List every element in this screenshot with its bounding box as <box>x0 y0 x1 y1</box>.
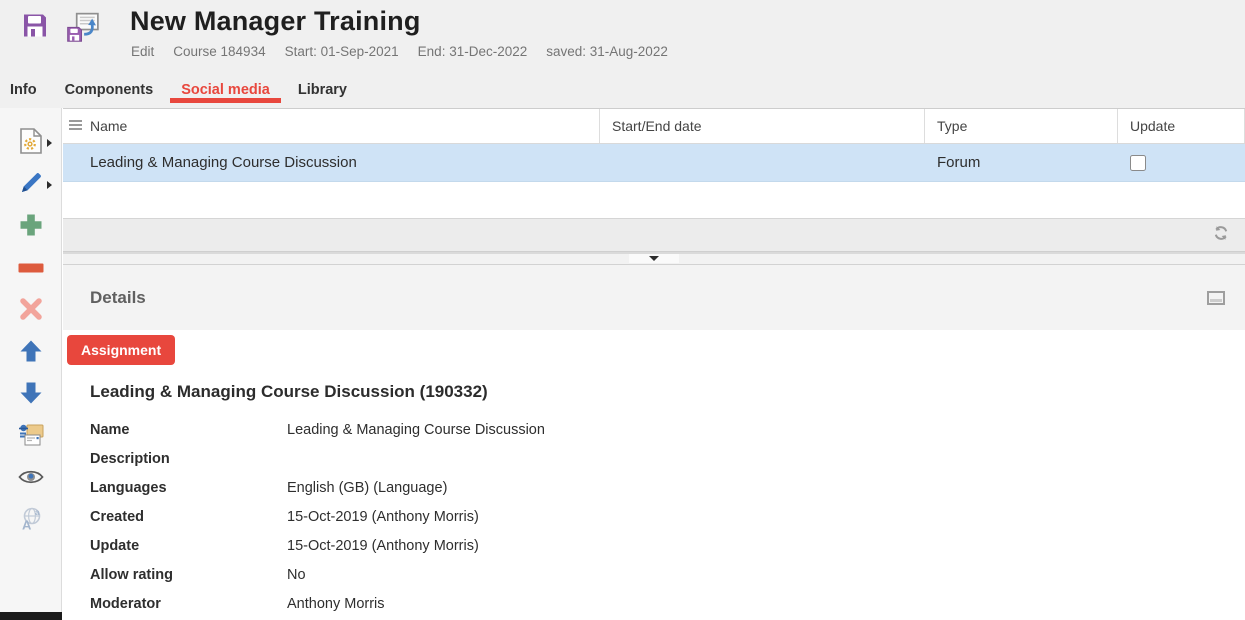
move-down-button[interactable] <box>0 374 61 416</box>
field-label: Allow rating <box>90 567 287 583</box>
field-label: Languages <box>90 480 287 496</box>
tab-bar: Info Components Social media Library <box>0 72 375 108</box>
row-name-cell: Leading & Managing Course Discussion <box>63 144 600 181</box>
refresh-button[interactable] <box>1213 225 1229 246</box>
table-toolbar <box>63 218 1245 252</box>
refresh-icon <box>1213 225 1229 246</box>
save-button[interactable] <box>22 12 48 44</box>
column-menu-icon[interactable] <box>69 120 82 130</box>
delete-button[interactable] <box>0 290 61 332</box>
details-panel-header: Details <box>63 265 1245 330</box>
field-value: English (GB) (Language) <box>287 480 1245 496</box>
save-and-exit-icon <box>64 12 100 51</box>
person-envelope-icon <box>18 423 44 452</box>
tab-social-media[interactable]: Social media <box>181 72 270 108</box>
course-end-label: End: 31-Dec-2022 <box>418 44 528 59</box>
row-type-cell: Forum <box>925 144 1118 181</box>
field-label: Description <box>90 451 287 467</box>
field-row-allow-rating: Allow rating No <box>90 560 1245 589</box>
row-update-cell <box>1118 144 1245 181</box>
course-saved-label: saved: 31-Aug-2022 <box>546 44 668 59</box>
splitter-collapse-handle[interactable] <box>629 254 679 263</box>
preview-button[interactable] <box>0 458 61 500</box>
column-header-name[interactable]: Name <box>63 109 600 143</box>
notify-users-button[interactable] <box>0 416 61 458</box>
arrow-down-icon <box>19 381 43 410</box>
edit-mode-label: Edit <box>131 44 154 59</box>
document-with-gear-icon <box>20 128 42 159</box>
details-panel: Details Assignment Leading & Managing Co… <box>63 265 1245 620</box>
new-component-button[interactable] <box>0 122 61 164</box>
table-empty-area <box>63 182 1245 218</box>
field-row-languages: Languages English (GB) (Language) <box>90 473 1245 502</box>
field-label: Created <box>90 509 287 525</box>
field-row-description: Description <box>90 444 1245 473</box>
field-row-name: Name Leading & Managing Course Discussio… <box>90 415 1245 444</box>
update-checkbox[interactable] <box>1130 155 1146 171</box>
tool-sidebar: A a <box>0 108 62 620</box>
save-and-exit-button[interactable] <box>64 12 100 51</box>
details-heading: Leading & Managing Course Discussion (19… <box>90 382 1245 402</box>
field-row-update: Update 15-Oct-2019 (Anthony Morris) <box>90 531 1245 560</box>
column-header-dates[interactable]: Start/End date <box>600 109 925 143</box>
course-meta: Edit Course 184934 Start: 01-Sep-2021 En… <box>131 44 668 59</box>
field-value: Anthony Morris <box>287 596 1245 612</box>
table-row-selected[interactable]: Leading & Managing Course Discussion For… <box>63 144 1245 182</box>
row-dates-cell <box>600 144 925 181</box>
panel-splitter[interactable] <box>63 252 1245 265</box>
edit-button[interactable] <box>0 164 61 206</box>
course-editor-window: New Manager Training Edit Course 184934 … <box>0 0 1245 620</box>
cross-icon <box>19 297 43 326</box>
eye-icon <box>18 469 44 490</box>
svg-text:a: a <box>35 508 40 517</box>
page-title: New Manager Training <box>130 6 421 37</box>
field-value: No <box>287 567 1245 583</box>
details-body: Assignment Leading & Managing Course Dis… <box>63 330 1245 620</box>
globe-translate-icon: A a <box>19 507 43 536</box>
tab-library[interactable]: Library <box>298 72 347 108</box>
details-fields: Name Leading & Managing Course Discussio… <box>90 415 1245 618</box>
tab-components[interactable]: Components <box>65 72 154 108</box>
remove-button[interactable] <box>0 248 61 290</box>
field-label: Update <box>90 538 287 554</box>
plus-icon <box>19 213 43 242</box>
field-value: 15-Oct-2019 (Anthony Morris) <box>287 538 1245 554</box>
field-value: Leading & Managing Course Discussion <box>287 422 1245 438</box>
flyout-arrow-icon <box>47 181 52 189</box>
assignment-badge: Assignment <box>67 335 175 365</box>
course-start-label: Start: 01-Sep-2021 <box>285 44 399 59</box>
maximize-panel-button[interactable] <box>1207 291 1225 305</box>
tab-info[interactable]: Info <box>10 72 37 108</box>
field-value: 15-Oct-2019 (Anthony Morris) <box>287 509 1245 525</box>
column-header-update[interactable]: Update <box>1118 109 1245 143</box>
field-label: Name <box>90 422 287 438</box>
translate-button[interactable]: A a <box>0 500 61 542</box>
column-header-type[interactable]: Type <box>925 109 1118 143</box>
course-id-label: Course 184934 <box>173 44 265 59</box>
pencil-icon <box>19 171 43 200</box>
move-up-button[interactable] <box>0 332 61 374</box>
minus-icon <box>18 260 44 278</box>
add-button[interactable] <box>0 206 61 248</box>
arrow-up-icon <box>19 339 43 368</box>
svg-text:A: A <box>22 517 32 531</box>
save-icon <box>22 12 48 44</box>
field-label: Moderator <box>90 596 287 612</box>
components-table-header: Name Start/End date Type Update <box>63 108 1245 144</box>
flyout-arrow-icon <box>47 139 52 147</box>
field-row-created: Created 15-Oct-2019 (Anthony Morris) <box>90 502 1245 531</box>
field-row-moderator: Moderator Anthony Morris <box>90 589 1245 618</box>
main-content: Name Start/End date Type Update Leading … <box>63 108 1245 620</box>
header: New Manager Training Edit Course 184934 … <box>0 0 1245 108</box>
sidebar-footer-bar <box>0 612 62 620</box>
column-label: Name <box>90 118 127 134</box>
details-title: Details <box>90 288 146 308</box>
